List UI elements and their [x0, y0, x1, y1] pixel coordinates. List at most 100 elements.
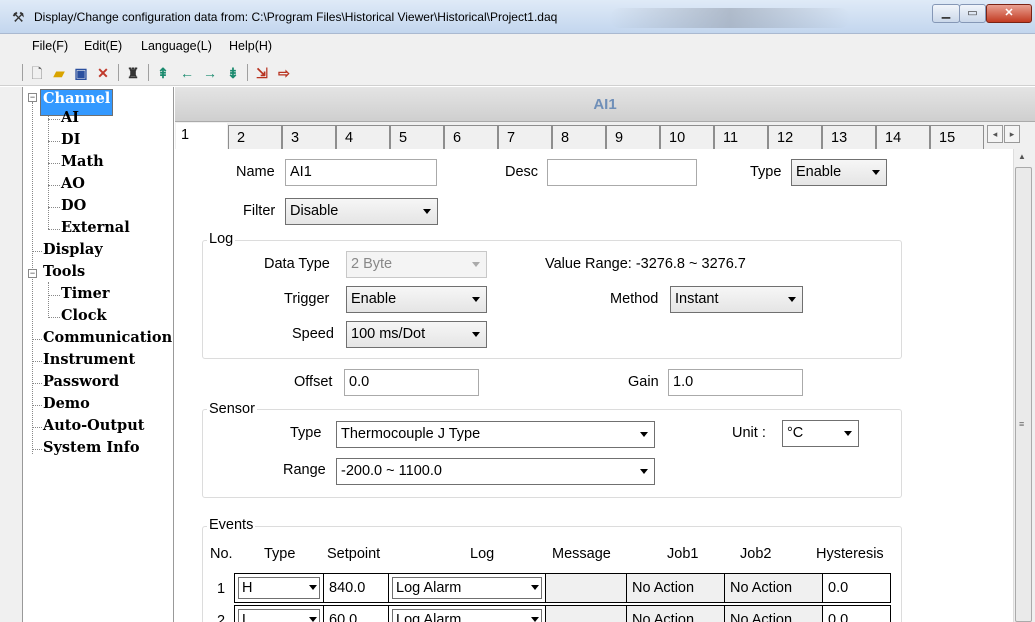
- event-log-select[interactable]: Log Alarm: [388, 573, 546, 603]
- event-message-cell[interactable]: [545, 605, 627, 622]
- tab-3[interactable]: 3: [282, 125, 336, 149]
- events-header-job2: Job2: [740, 546, 772, 562]
- value-range-text: Value Range: -3276.8 ~ 3276.7: [545, 256, 746, 272]
- event-type-value: L: [238, 609, 320, 622]
- desc-input[interactable]: [547, 159, 697, 186]
- tree-item-ai[interactable]: AI: [61, 109, 79, 127]
- maximize-button[interactable]: ▭: [959, 4, 986, 23]
- event-setpoint-input[interactable]: 60.0: [323, 605, 389, 622]
- tree-item-communication[interactable]: Communication: [43, 329, 172, 347]
- event-log-select[interactable]: Log Alarm: [388, 605, 546, 622]
- filter-label: Filter: [243, 203, 276, 219]
- tree-item-external[interactable]: External: [61, 219, 130, 237]
- minimize-button[interactable]: ▁: [932, 4, 960, 23]
- tab-13[interactable]: 13: [822, 125, 876, 149]
- tree-item-clock[interactable]: Clock: [61, 307, 107, 325]
- type-select[interactable]: Enable: [791, 159, 887, 186]
- tree-item-demo[interactable]: Demo: [43, 395, 90, 413]
- tree-item-timer[interactable]: Timer: [61, 285, 110, 303]
- sensor-type-select[interactable]: Thermocouple J Type: [336, 421, 655, 448]
- event-log-value: Log Alarm: [392, 577, 542, 599]
- collapse-tools-icon[interactable]: −: [28, 269, 37, 278]
- scrollbar-thumb[interactable]: [1015, 167, 1032, 622]
- menu-edit[interactable]: Edit(E): [84, 39, 122, 53]
- tab-10[interactable]: 10: [660, 125, 714, 149]
- range-select[interactable]: -200.0 ~ 1100.0: [336, 458, 655, 485]
- collapse-channel-icon[interactable]: −: [28, 93, 37, 102]
- tab-scroll-right-icon[interactable]: ▸: [1004, 125, 1020, 143]
- tab-2[interactable]: 2: [228, 125, 282, 149]
- vertical-scrollbar[interactable]: ▲ ≡: [1013, 149, 1033, 622]
- unit-select[interactable]: °C: [782, 420, 859, 447]
- find-icon[interactable]: ♜: [124, 64, 142, 82]
- new-file-icon[interactable]: 🗋: [28, 64, 46, 82]
- delete-icon[interactable]: ✕: [94, 64, 112, 82]
- tab-14[interactable]: 14: [876, 125, 930, 149]
- tab-scroll-left-icon[interactable]: ◂: [987, 125, 1003, 143]
- tree-item-tools[interactable]: Tools: [43, 263, 85, 281]
- tree-line: [32, 383, 42, 384]
- tree-item-do[interactable]: DO: [61, 197, 86, 215]
- event-job2-cell[interactable]: No Action: [724, 605, 823, 622]
- tree-line: [48, 119, 60, 120]
- save-icon[interactable]: ▣: [72, 64, 90, 82]
- last-record-icon[interactable]: ⇟: [224, 64, 242, 82]
- sensor-group-title: Sensor: [207, 401, 257, 417]
- method-label: Method: [610, 291, 659, 307]
- event-hysteresis-input[interactable]: 0.0: [822, 605, 891, 622]
- left-gutter: [0, 87, 22, 622]
- tree-item-instrument[interactable]: Instrument: [43, 351, 135, 369]
- scroll-up-icon[interactable]: ▲: [1018, 152, 1026, 161]
- export-icon[interactable]: ⇨: [275, 64, 293, 82]
- menu-help[interactable]: Help(H): [229, 39, 272, 53]
- event-type-select[interactable]: L: [234, 605, 324, 622]
- event-setpoint-input[interactable]: 840.0: [323, 573, 389, 603]
- tree-line: [48, 105, 49, 229]
- window-title: Display/Change configuration data from: …: [34, 10, 558, 24]
- tab-11[interactable]: 11: [714, 125, 768, 149]
- gain-input[interactable]: 1.0: [668, 369, 803, 396]
- events-header-hysteresis: Hysteresis: [816, 546, 884, 562]
- tree-item-ao[interactable]: AO: [61, 175, 85, 193]
- tab-8[interactable]: 8: [552, 125, 606, 149]
- speed-label: Speed: [292, 326, 334, 342]
- navigation-tree: − Channel AI DI Math AO DO External Disp…: [22, 87, 174, 622]
- tab-5[interactable]: 5: [390, 125, 444, 149]
- trigger-select[interactable]: Enable: [346, 286, 487, 313]
- tab-4[interactable]: 4: [336, 125, 390, 149]
- previous-record-icon[interactable]: ←: [178, 64, 196, 82]
- menu-file[interactable]: File(F): [32, 39, 68, 53]
- event-job1-cell[interactable]: No Action: [626, 605, 725, 622]
- tab-6[interactable]: 6: [444, 125, 498, 149]
- event-type-select[interactable]: H: [234, 573, 324, 603]
- tab-15[interactable]: 15: [930, 125, 984, 149]
- tree-item-display[interactable]: Display: [43, 241, 103, 259]
- event-job1-cell[interactable]: No Action: [626, 573, 725, 603]
- tab-1[interactable]: 1: [175, 122, 228, 150]
- tree-item-password[interactable]: Password: [43, 373, 119, 391]
- event-message-cell[interactable]: [545, 573, 627, 603]
- tab-7[interactable]: 7: [498, 125, 552, 149]
- next-record-icon[interactable]: →: [201, 64, 219, 82]
- close-button[interactable]: ✕: [986, 4, 1032, 23]
- tree-item-math[interactable]: Math: [61, 153, 104, 171]
- import-icon[interactable]: ⇲: [253, 64, 271, 82]
- tree-item-auto-output[interactable]: Auto-Output: [43, 417, 144, 435]
- event-job2-cell[interactable]: No Action: [724, 573, 823, 603]
- name-input[interactable]: AI1: [285, 159, 437, 186]
- tab-12[interactable]: 12: [768, 125, 822, 149]
- open-folder-icon[interactable]: ▰: [50, 64, 68, 82]
- tab-9[interactable]: 9: [606, 125, 660, 149]
- tree-item-di[interactable]: DI: [61, 131, 80, 149]
- speed-select[interactable]: 100 ms/Dot: [346, 321, 487, 348]
- method-select[interactable]: Instant: [670, 286, 803, 313]
- menu-language[interactable]: Language(L): [141, 39, 212, 53]
- tree-line: [48, 295, 60, 296]
- event-hysteresis-input[interactable]: 0.0: [822, 573, 891, 603]
- toolbar-separator: [247, 64, 248, 81]
- tree-item-system-info[interactable]: System Info: [43, 439, 140, 457]
- offset-input[interactable]: 0.0: [344, 369, 479, 396]
- name-label: Name: [236, 164, 275, 180]
- filter-select[interactable]: Disable: [285, 198, 438, 225]
- first-record-icon[interactable]: ⇞: [154, 64, 172, 82]
